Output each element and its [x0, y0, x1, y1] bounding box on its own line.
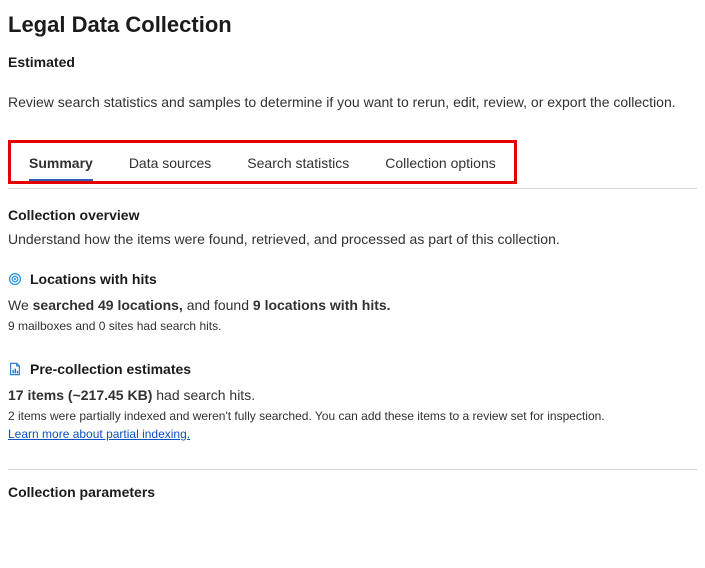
estimates-heading-text: Pre-collection estimates [30, 361, 191, 377]
partial-indexing-link[interactable]: Learn more about partial indexing. [8, 427, 190, 441]
file-stats-icon [8, 362, 22, 376]
tab-collection-options[interactable]: Collection options [367, 143, 514, 181]
tab-search-statistics[interactable]: Search statistics [229, 143, 367, 181]
estimates-stat-line: 17 items (~217.45 KB) had search hits. [8, 387, 697, 403]
locations-stat-line: We searched 49 locations, and found 9 lo… [8, 297, 697, 313]
locations-heading-text: Locations with hits [30, 271, 157, 287]
page-description: Review search statistics and samples to … [8, 94, 697, 110]
page-subtitle: Estimated [8, 54, 697, 70]
tab-summary[interactable]: Summary [11, 143, 111, 181]
divider [8, 188, 697, 189]
locations-sub-text: 9 mailboxes and 0 sites had search hits. [8, 319, 697, 333]
locations-heading: Locations with hits [8, 271, 697, 287]
divider [8, 469, 697, 470]
tab-data-sources[interactable]: Data sources [111, 143, 229, 181]
overview-heading: Collection overview [8, 207, 697, 223]
page-title: Legal Data Collection [8, 12, 697, 38]
tab-bar: Summary Data sources Search statistics C… [11, 143, 514, 181]
estimates-heading: Pre-collection estimates [8, 361, 697, 377]
tabs-highlight-box: Summary Data sources Search statistics C… [8, 140, 517, 184]
estimates-sub-text: 2 items were partially indexed and weren… [8, 409, 697, 423]
parameters-heading: Collection parameters [8, 484, 697, 500]
overview-text: Understand how the items were found, ret… [8, 231, 697, 247]
target-icon [8, 272, 22, 286]
